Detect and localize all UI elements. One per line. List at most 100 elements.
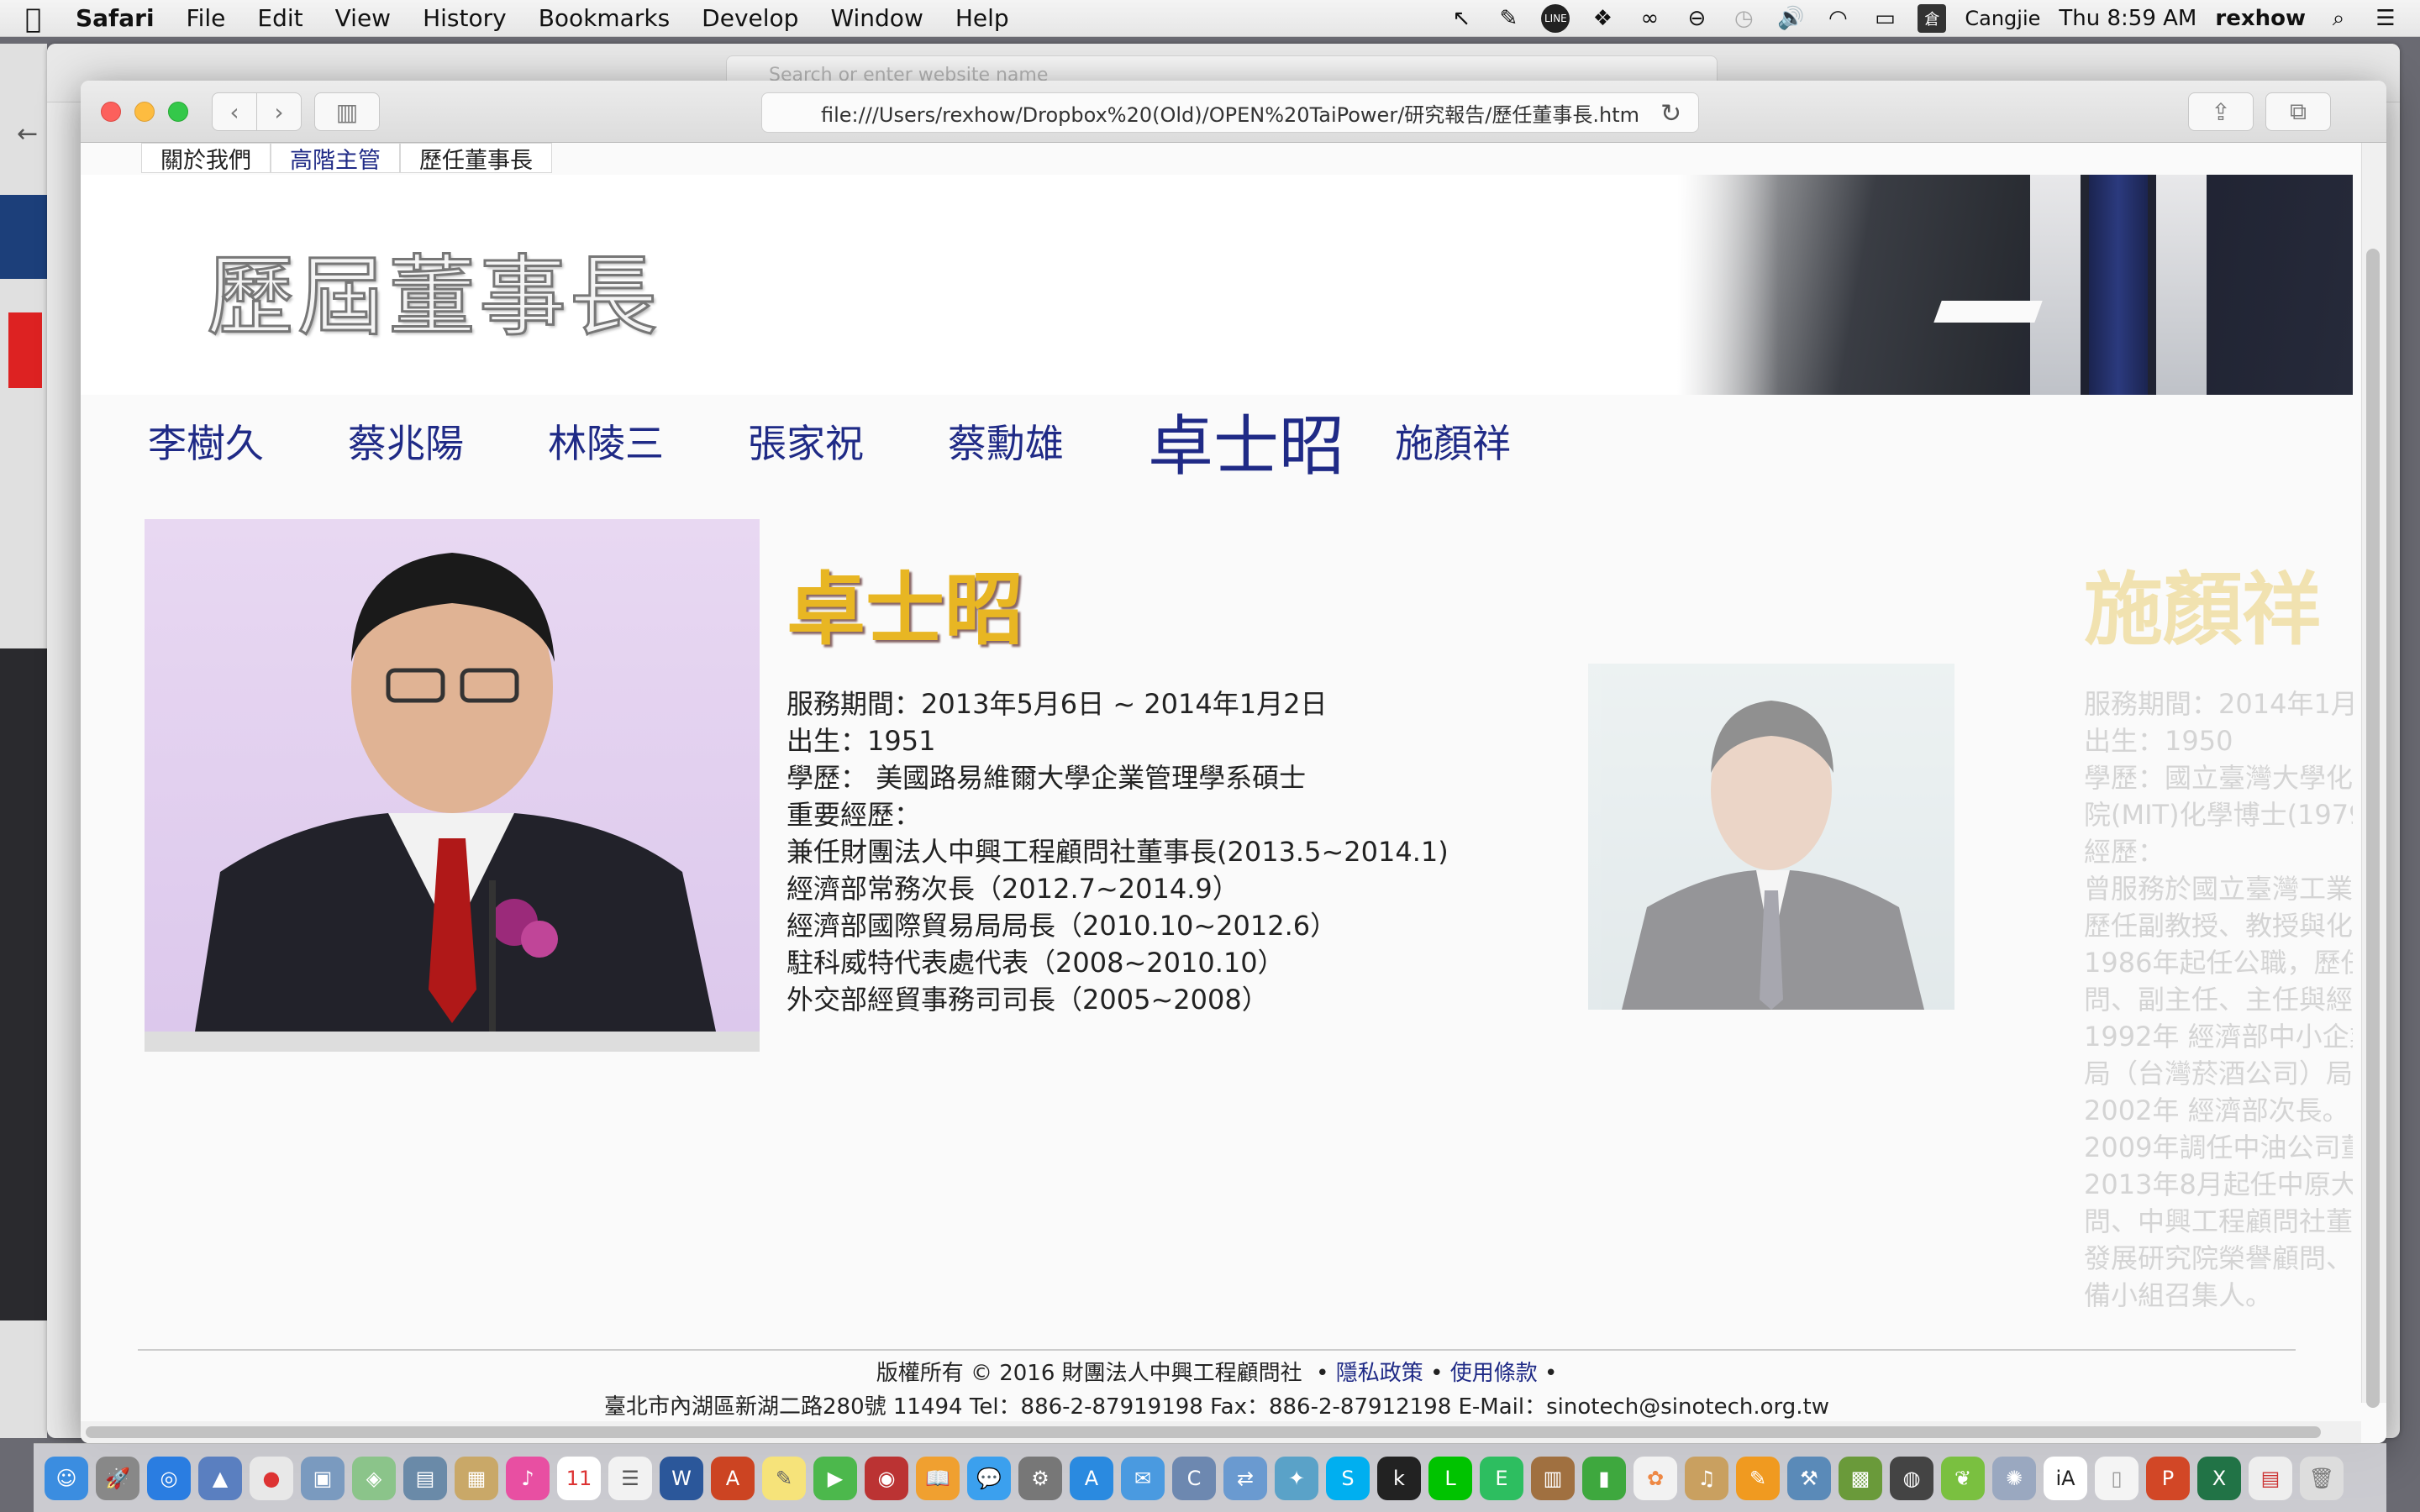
chairman-link[interactable]: 李樹久 [148, 413, 264, 469]
zoom-window-button[interactable] [168, 102, 188, 122]
vertical-scroll-thumb[interactable] [2366, 249, 2380, 1408]
menu-help[interactable]: Help [955, 4, 1009, 32]
maps-icon[interactable]: ◈ [352, 1456, 396, 1500]
finder-icon[interactable]: ☺ [45, 1456, 88, 1500]
menu-app-name[interactable]: Safari [76, 4, 155, 32]
chairman-link[interactable]: 張家祝 [748, 413, 864, 469]
clock[interactable]: Thu 8:59 AM [2059, 6, 2196, 31]
subnav-executives[interactable]: 高階主管 [271, 143, 400, 174]
current-chairman-name: 卓士昭 [786, 564, 1024, 656]
blank-document-icon[interactable]: ▯ [2095, 1456, 2139, 1500]
photos-icon[interactable]: ✿ [1634, 1456, 1677, 1500]
volume-icon[interactable]: 🔊 [1776, 4, 1805, 33]
creative-cloud-status-icon[interactable]: ∞ [1635, 4, 1664, 33]
numbers-icon[interactable]: ▮ [1582, 1456, 1626, 1500]
wifi-icon[interactable]: ◠ [1823, 4, 1852, 33]
chairman-link[interactable]: 施顏祥 [1395, 413, 1511, 469]
grapher-icon[interactable]: ✦ [1275, 1456, 1318, 1500]
powerpoint-icon[interactable]: P [2146, 1456, 2190, 1500]
photos-browser-icon[interactable]: ▤ [403, 1456, 447, 1500]
facetime-icon[interactable]: ▶ [813, 1456, 857, 1500]
instruments-icon[interactable]: ♫ [1685, 1456, 1728, 1500]
calendar-icon[interactable]: 11 [557, 1456, 601, 1500]
reload-icon[interactable]: ↻ [1660, 99, 1681, 129]
menu-window[interactable]: Window [830, 4, 923, 32]
tabs-icon: ⧉ [2290, 97, 2307, 125]
mail-icon[interactable]: ✉ [1121, 1456, 1165, 1500]
chairman-link[interactable]: 蔡勳雄 [948, 413, 1064, 469]
minimize-window-button[interactable] [134, 102, 155, 122]
notification-center-icon[interactable]: ☰ [2371, 4, 2400, 33]
chairman-link-active[interactable]: 卓士昭 [1148, 394, 1344, 488]
launchpad-icon[interactable]: 🚀 [96, 1456, 139, 1500]
itunes-icon[interactable]: ♪ [506, 1456, 550, 1500]
next-chairman-info: 服務期間：2014年1月3 出生：1950 學歷：國立臺灣大學化 院(MIT)化… [2084, 685, 2353, 1314]
apple-icon[interactable]:  [25, 3, 76, 34]
sidebar-toggle-button[interactable]: ▥ [314, 92, 380, 131]
stickies-icon[interactable]: ✎ [762, 1456, 806, 1500]
messages-icon[interactable]: 💬 [967, 1456, 1011, 1500]
xcode-icon[interactable]: ⚒ [1787, 1456, 1831, 1500]
chairman-link[interactable]: 蔡兆陽 [348, 413, 464, 469]
word-icon[interactable]: W [660, 1456, 703, 1500]
app-store-icon[interactable]: A [1070, 1456, 1113, 1500]
menu-history[interactable]: History [423, 4, 507, 32]
back-button[interactable]: ‹ [212, 92, 257, 131]
dropbox-status-icon[interactable]: ❖ [1588, 4, 1617, 33]
subnav-about[interactable]: 關於我們 [141, 143, 271, 174]
ibooks-icon[interactable]: 📖 [916, 1456, 960, 1500]
terms-link[interactable]: 使用條款 [1450, 1361, 1538, 1386]
cursor-status-icon[interactable]: ↖ [1447, 4, 1476, 33]
kindle-icon[interactable]: k [1377, 1456, 1421, 1500]
migration-icon[interactable]: ⇄ [1223, 1456, 1267, 1500]
chrome-icon[interactable]: ● [250, 1456, 293, 1500]
spotlight-icon[interactable]: ⌕ [2324, 4, 2353, 33]
share-button[interactable]: ⇪ [2188, 92, 2254, 131]
evernote-status-icon[interactable]: ✎ [1494, 4, 1523, 33]
minecraft-icon[interactable]: ▩ [1839, 1456, 1882, 1500]
menu-file[interactable]: File [187, 4, 226, 32]
battery-icon[interactable]: ▭ [1870, 4, 1899, 33]
settings-icon[interactable]: ✺ [1992, 1456, 2036, 1500]
notes-icon[interactable]: ▦ [455, 1456, 498, 1500]
chairman-link[interactable]: 林陵三 [548, 413, 664, 469]
system-preferences-icon[interactable]: ⚙ [1018, 1456, 1062, 1500]
input-method-label[interactable]: Cangjie [1965, 7, 2040, 30]
address-bar[interactable]: file:///Users/rexhow/Dropbox%20(Old)/OPE… [761, 92, 1699, 133]
menu-edit[interactable]: Edit [257, 4, 302, 32]
show-tabs-button[interactable]: ⧉ [2265, 92, 2331, 131]
chairman-photo [145, 519, 760, 1052]
user-name[interactable]: rexhow [2215, 6, 2306, 31]
disk-utility-icon[interactable]: ◍ [1890, 1456, 1933, 1500]
pages-icon[interactable]: ✎ [1736, 1456, 1780, 1500]
menu-develop[interactable]: Develop [702, 4, 798, 32]
preview-icon[interactable]: ▣ [301, 1456, 345, 1500]
ia-writer-icon[interactable]: iA [2044, 1456, 2087, 1500]
photobooth-icon[interactable]: ◉ [865, 1456, 908, 1500]
trash-icon[interactable]: 🗑 [2300, 1456, 2344, 1500]
horizontal-scroll-thumb[interactable] [86, 1426, 2321, 1438]
time-machine-icon[interactable]: ◷ [1729, 4, 1758, 33]
line-icon[interactable]: L [1428, 1456, 1472, 1500]
subnav-past-chairmen[interactable]: 歷任董事長 [400, 143, 552, 174]
line-status-icon[interactable]: LINE [1541, 4, 1570, 33]
privacy-link[interactable]: 隱私政策 [1336, 1361, 1423, 1386]
calibre-icon[interactable]: C [1172, 1456, 1216, 1500]
menu-view[interactable]: View [335, 4, 391, 32]
leaf-icon[interactable]: ❦ [1941, 1456, 1985, 1500]
safari-icon[interactable]: ◎ [147, 1456, 191, 1500]
do-not-disturb-icon[interactable]: ⊖ [1682, 4, 1711, 33]
info-line: 曾服務於國立臺灣工業 [2084, 873, 2353, 905]
menu-bookmarks[interactable]: Bookmarks [539, 4, 670, 32]
acrobat-icon[interactable]: A [711, 1456, 755, 1500]
close-window-button[interactable] [101, 102, 121, 122]
reminders-icon[interactable]: ☰ [608, 1456, 652, 1500]
input-method-icon[interactable]: 倉 [1918, 4, 1947, 33]
library-icon[interactable]: ▥ [1531, 1456, 1575, 1500]
evernote-icon[interactable]: E [1480, 1456, 1523, 1500]
keynote-icon[interactable]: ▲ [198, 1456, 242, 1500]
forward-button[interactable]: › [256, 92, 302, 131]
excel-icon[interactable]: X [2197, 1456, 2241, 1500]
pdf-icon[interactable]: ▤ [2249, 1456, 2292, 1500]
skype-icon[interactable]: S [1326, 1456, 1370, 1500]
